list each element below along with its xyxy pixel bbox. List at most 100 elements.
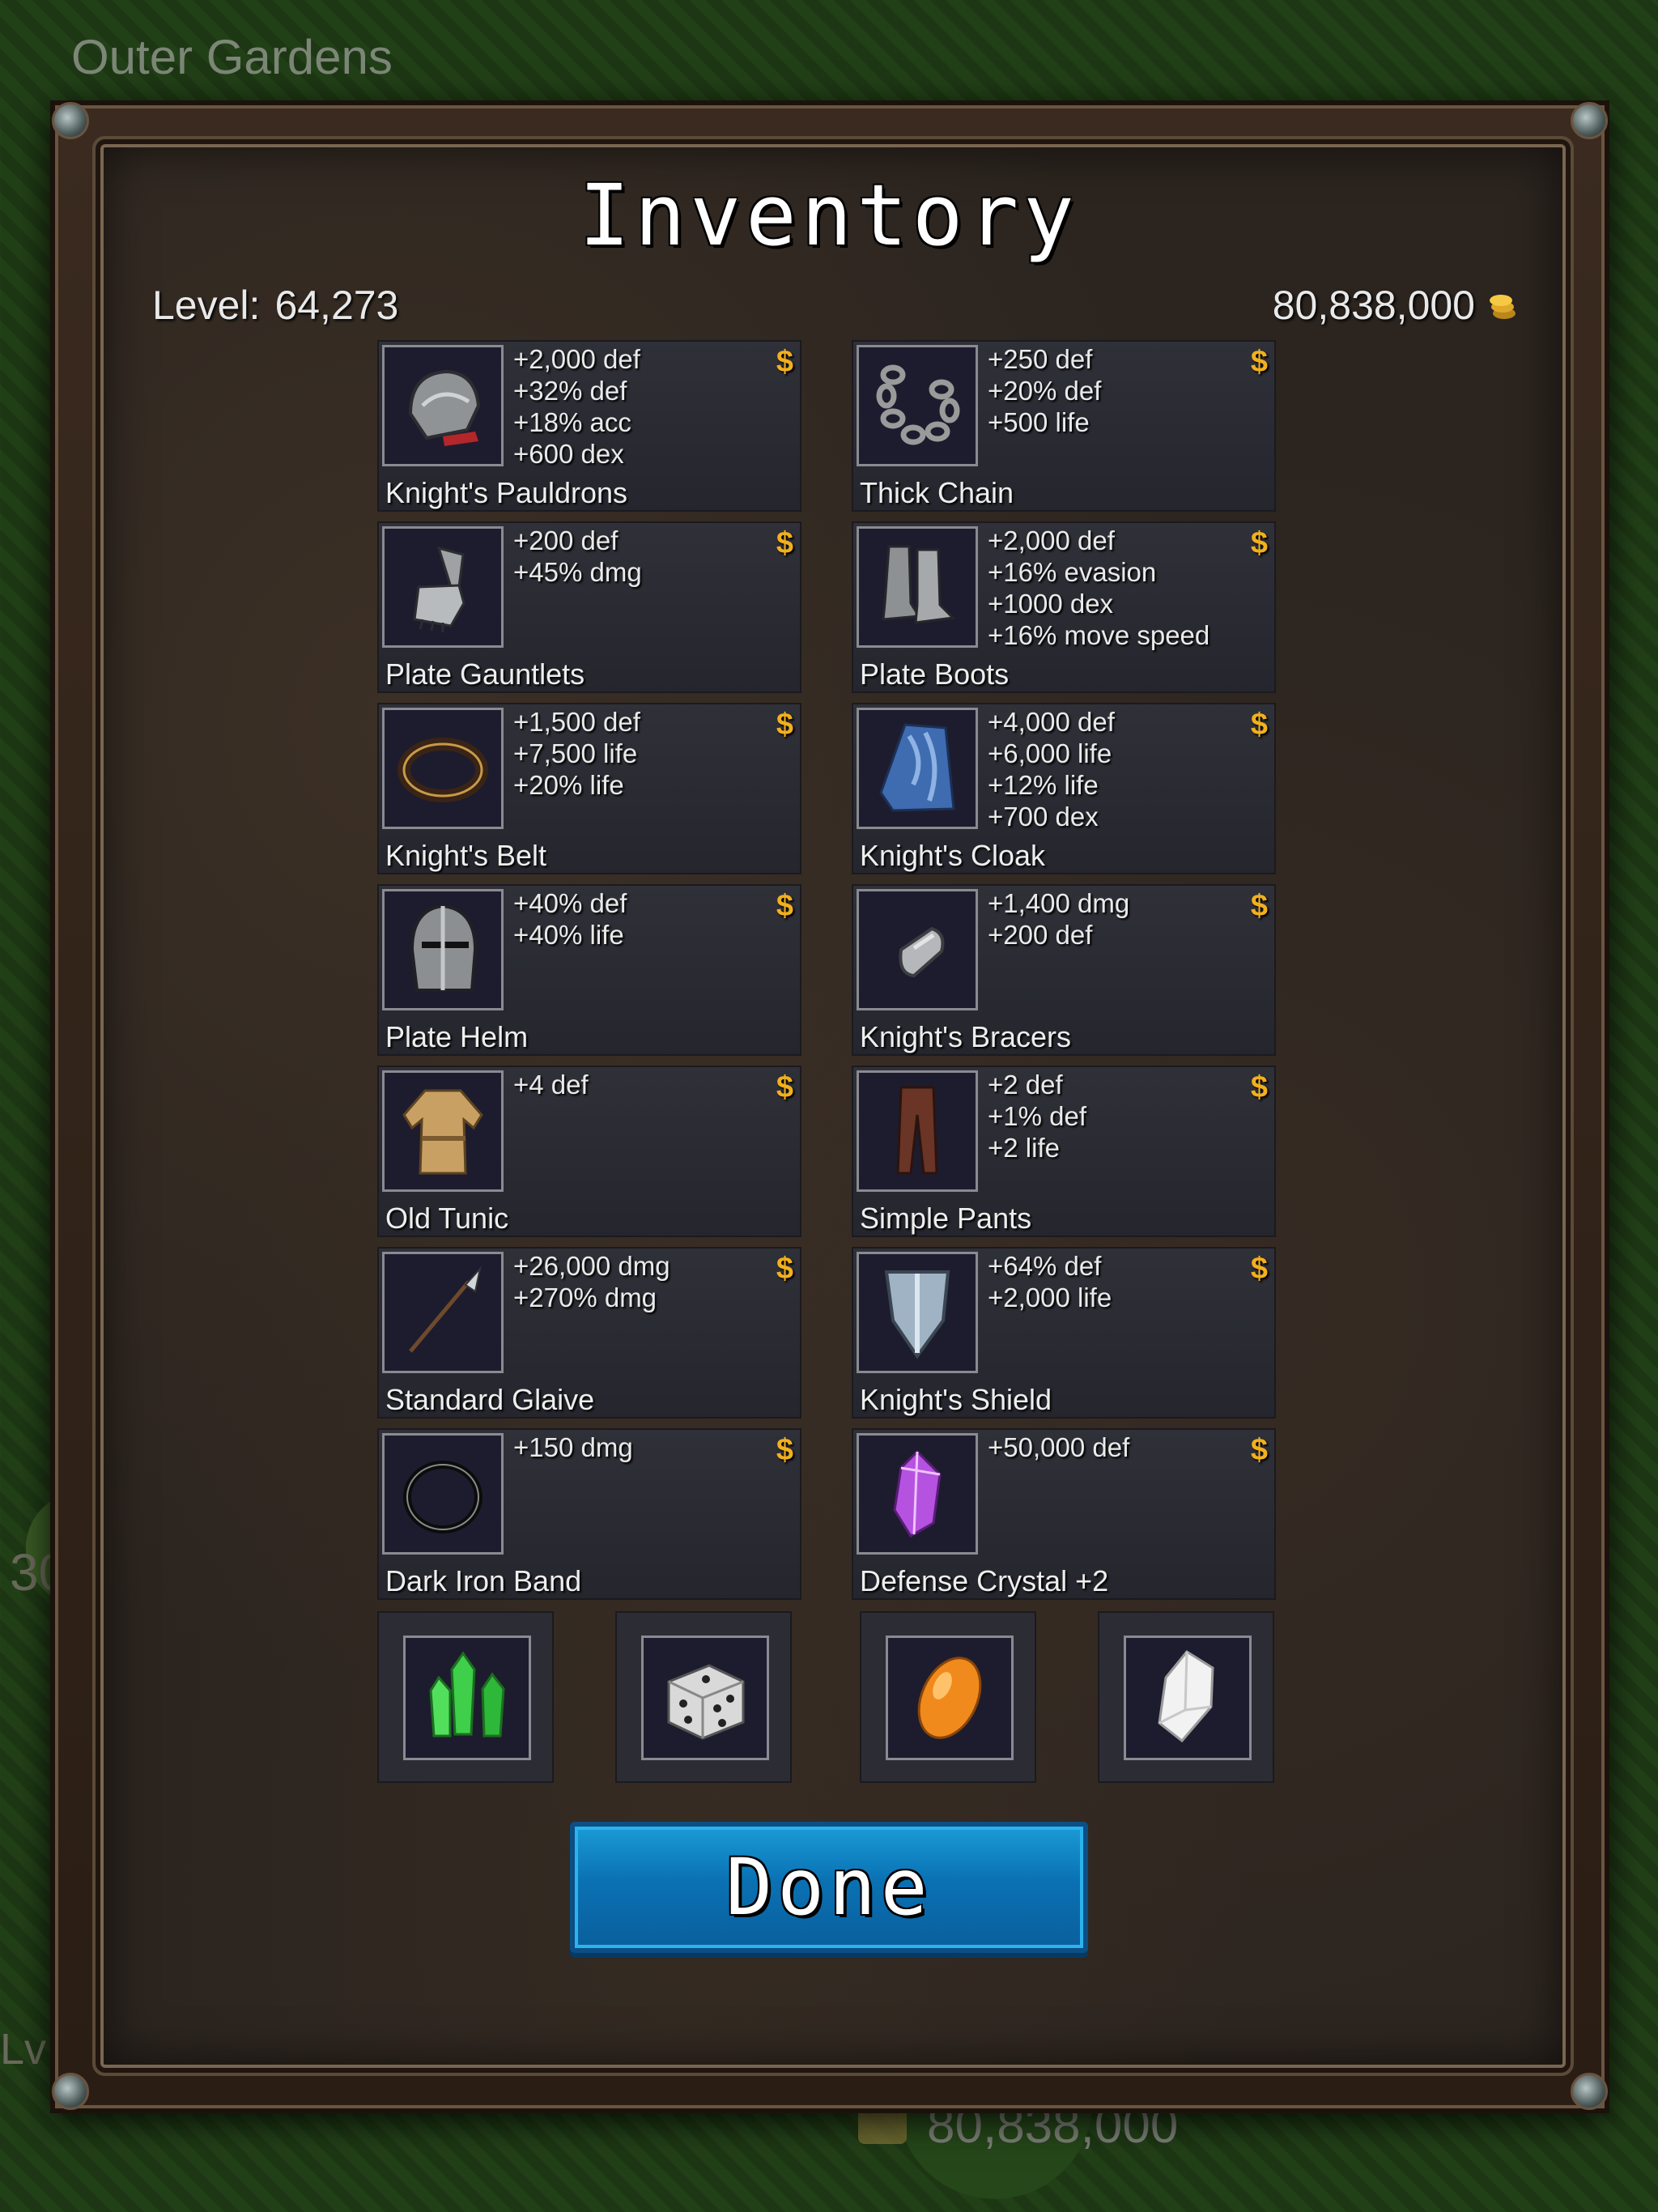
consumable-slot[interactable] bbox=[615, 1611, 792, 1783]
sell-item-button[interactable]: $ bbox=[776, 708, 793, 742]
level-label: Level: bbox=[152, 283, 261, 328]
item-stat-line: +40% life bbox=[513, 920, 624, 950]
inventory-item-card[interactable]: +2,000 def +32% def +18% acc +600 dex $ Knigh… bbox=[377, 340, 801, 512]
item-stat-line: +1000 dex bbox=[988, 589, 1114, 619]
purple-crystal-icon bbox=[857, 1433, 978, 1555]
done-button-label: Done bbox=[725, 1842, 933, 1933]
background-side-label: Lv bbox=[0, 2025, 47, 2074]
inventory-item-card[interactable]: +4 def $ Old Tunic bbox=[377, 1066, 801, 1237]
inventory-item-card[interactable]: +150 dmg $ Dark Iron Band bbox=[377, 1428, 801, 1600]
item-stats: +250 def +20% def +500 life bbox=[988, 343, 1231, 438]
inventory-item-card[interactable]: +1,500 def +7,500 life +20% life $ Knight's … bbox=[377, 703, 801, 874]
item-stat-line: +16% evasion bbox=[988, 557, 1157, 587]
inventory-item-card[interactable]: +2,000 def +16% evasion +1000 dex +16% move… bbox=[852, 521, 1276, 693]
item-stat-line: +2 life bbox=[988, 1133, 1060, 1163]
inventory-item-card[interactable]: +40% def +40% life $ Plate Helm bbox=[377, 884, 801, 1056]
sell-item-button[interactable]: $ bbox=[1251, 708, 1268, 742]
item-stat-line: +40% def bbox=[513, 888, 627, 918]
item-name: Standard Glaive bbox=[385, 1383, 595, 1416]
item-stats: +1,500 def +7,500 life +20% life bbox=[513, 706, 756, 801]
white-crystal-icon bbox=[1124, 1636, 1252, 1760]
inventory-item-card[interactable]: +1,400 dmg +200 def $ Knight's Bracers bbox=[852, 884, 1276, 1056]
item-stat-line: +20% life bbox=[513, 770, 624, 800]
item-stats: +2 def +1% def +2 life bbox=[988, 1069, 1231, 1163]
item-stats: +150 dmg bbox=[513, 1431, 756, 1463]
sell-item-button[interactable]: $ bbox=[776, 1433, 793, 1468]
item-stat-line: +500 life bbox=[988, 407, 1090, 437]
sell-item-button[interactable]: $ bbox=[1251, 345, 1268, 380]
item-name: Old Tunic bbox=[385, 1202, 509, 1235]
sell-item-button[interactable]: $ bbox=[776, 889, 793, 924]
item-stats: +2,000 def +32% def +18% acc +600 dex bbox=[513, 343, 756, 470]
sell-item-button[interactable]: $ bbox=[776, 1252, 793, 1287]
chain-icon bbox=[857, 345, 978, 466]
item-stat-line: +32% def bbox=[513, 376, 627, 406]
pants-icon bbox=[857, 1070, 978, 1192]
inventory-panel bbox=[100, 144, 1566, 2068]
inventory-item-card[interactable]: +64% def +2,000 life $ Knight's Shield bbox=[852, 1247, 1276, 1419]
sell-item-button[interactable]: $ bbox=[1251, 1433, 1268, 1468]
inventory-item-card[interactable]: +50,000 def $ Defense Crystal +2 bbox=[852, 1428, 1276, 1600]
item-stat-line: +16% move speed bbox=[988, 620, 1210, 650]
item-stat-line: +64% def bbox=[988, 1251, 1102, 1281]
item-name: Defense Crystal +2 bbox=[860, 1564, 1109, 1597]
item-stat-line: +200 def bbox=[513, 525, 619, 555]
item-name: Knight's Bracers bbox=[860, 1020, 1071, 1053]
cloak-icon bbox=[857, 708, 978, 829]
gold-value: 80,838,000 bbox=[1272, 283, 1475, 328]
frame-corner-rivet-icon bbox=[52, 102, 89, 139]
sell-item-button[interactable]: $ bbox=[1251, 1252, 1268, 1287]
inventory-item-card[interactable]: +2 def +1% def +2 life $ Simple Pants bbox=[852, 1066, 1276, 1237]
item-stats: +26,000 dmg +270% dmg bbox=[513, 1250, 756, 1313]
item-name: Dark Iron Band bbox=[385, 1564, 582, 1597]
inventory-item-card[interactable]: +4,000 def +6,000 life +12% life +700 dex $ K… bbox=[852, 703, 1276, 874]
item-name: Knight's Pauldrons bbox=[385, 476, 628, 509]
pauldron-icon bbox=[382, 345, 504, 466]
inventory-item-card[interactable]: +26,000 dmg +270% dmg $ Standard Glaive bbox=[377, 1247, 801, 1419]
inventory-item-card[interactable]: +250 def +20% def +500 life $ Thick Chain bbox=[852, 340, 1276, 512]
item-stat-line: +2,000 life bbox=[988, 1283, 1112, 1312]
item-name: Plate Helm bbox=[385, 1020, 529, 1053]
item-stat-line: +26,000 dmg bbox=[513, 1251, 670, 1281]
level-value: 64,273 bbox=[274, 283, 399, 328]
dialog-title: Inventory bbox=[579, 166, 1079, 265]
done-button[interactable]: Done bbox=[570, 1822, 1088, 1953]
consumable-slot[interactable] bbox=[377, 1611, 554, 1783]
item-stats: +40% def +40% life bbox=[513, 887, 756, 951]
inventory-item-card[interactable]: +200 def +45% dmg $ Plate Gauntlets bbox=[377, 521, 801, 693]
item-stat-line: +150 dmg bbox=[513, 1432, 633, 1462]
item-stats: +50,000 def bbox=[988, 1431, 1231, 1463]
sell-item-button[interactable]: $ bbox=[1251, 889, 1268, 924]
item-stat-line: +200 def bbox=[988, 920, 1093, 950]
sell-item-button[interactable]: $ bbox=[776, 1070, 793, 1105]
item-name: Knight's Shield bbox=[860, 1383, 1052, 1416]
item-stat-line: +1,500 def bbox=[513, 707, 640, 737]
ring-icon bbox=[382, 1433, 504, 1555]
item-stat-line: +45% dmg bbox=[513, 557, 642, 587]
orange-gem-icon bbox=[886, 1636, 1014, 1760]
item-stat-line: +4,000 def bbox=[988, 707, 1115, 737]
sell-item-button[interactable]: $ bbox=[776, 526, 793, 561]
item-stat-line: +2 def bbox=[988, 1070, 1063, 1100]
gold-coins-icon bbox=[1486, 289, 1519, 321]
item-stat-line: +7,500 life bbox=[513, 738, 638, 768]
sell-item-button[interactable]: $ bbox=[1251, 526, 1268, 561]
consumable-slot[interactable] bbox=[860, 1611, 1036, 1783]
sell-item-button[interactable]: $ bbox=[1251, 1070, 1268, 1105]
item-name: Plate Gauntlets bbox=[385, 657, 585, 691]
frame-corner-rivet-icon bbox=[52, 2073, 89, 2110]
tunic-icon bbox=[382, 1070, 504, 1192]
sell-item-button[interactable]: $ bbox=[776, 345, 793, 380]
gauntlet-icon bbox=[382, 526, 504, 648]
item-stats: +4 def bbox=[513, 1069, 756, 1100]
item-stat-line: +18% acc bbox=[513, 407, 631, 437]
consumable-slot[interactable] bbox=[1098, 1611, 1274, 1783]
item-stats: +2,000 def +16% evasion +1000 dex +16% move… bbox=[988, 525, 1231, 651]
helm-icon bbox=[382, 889, 504, 1010]
dice-icon bbox=[641, 1636, 769, 1760]
item-stat-line: +270% dmg bbox=[513, 1283, 657, 1312]
frame-corner-rivet-icon bbox=[1571, 102, 1608, 139]
item-stat-line: +2,000 def bbox=[988, 525, 1115, 555]
player-level: Level: 64,273 bbox=[152, 282, 398, 329]
item-stat-line: +12% life bbox=[988, 770, 1099, 800]
